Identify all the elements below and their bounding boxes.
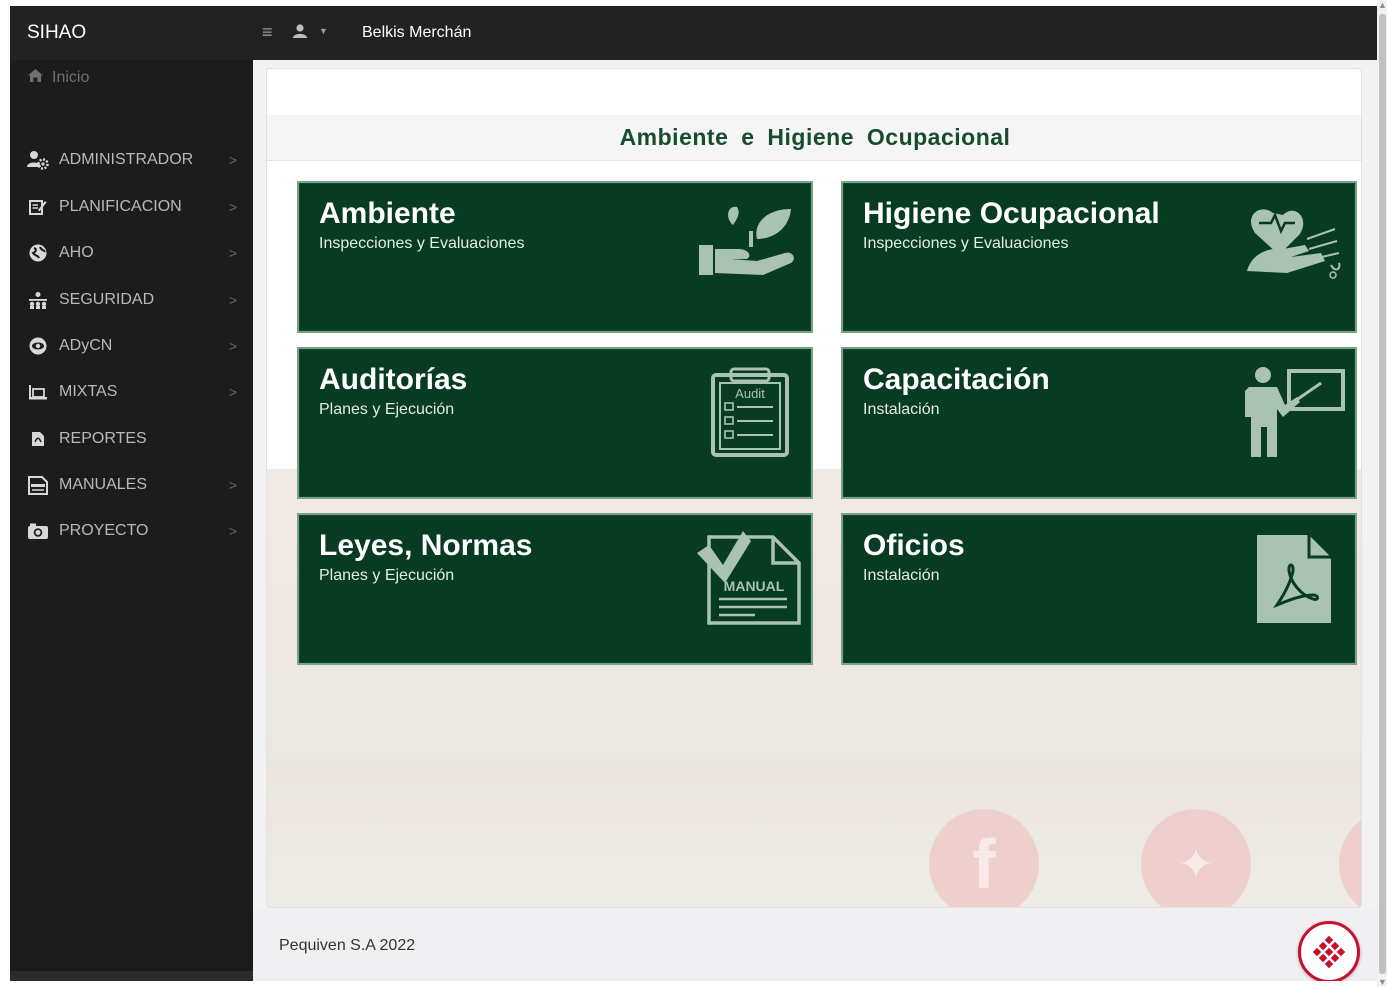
sidebar-item-label: PROYECTO [59, 522, 149, 539]
user-name[interactable]: Belkis Merchán [362, 24, 471, 42]
user-icon[interactable] [292, 23, 308, 44]
scrollbar-thumb[interactable] [1379, 14, 1386, 974]
tile-higiene-ocupacional[interactable]: Higiene Ocupacional Inspecciones y Evalu… [841, 181, 1357, 333]
chevron-right-icon: > [228, 199, 237, 215]
sidebar-item-proyecto[interactable]: PROYECTO > [27, 516, 237, 546]
manual-document-icon: MANUAL [695, 531, 805, 634]
chevron-right-icon: > [228, 292, 237, 308]
plant-hand-icon [697, 199, 797, 284]
sidebar-item-label: PLANIFICACION [59, 198, 182, 215]
edit-document-icon [27, 196, 49, 218]
sidebar-item-mixtas[interactable]: MIXTAS > [27, 377, 237, 407]
audit-icon-text: Audit [735, 386, 765, 401]
footer: Pequiven S.A 2022 [253, 908, 1377, 981]
scroll-up-arrow-icon[interactable]: ▲ [1378, 0, 1387, 10]
chevron-right-icon: > [228, 477, 237, 493]
scroll-down-arrow-icon[interactable]: ▼ [1378, 977, 1387, 987]
chevron-right-icon: > [228, 338, 237, 354]
sidebar-item-label: ADMINISTRADOR [59, 151, 194, 168]
sidebar-item-label: Inicio [52, 69, 90, 86]
network-icon [27, 289, 49, 311]
tile-subtitle: Inspecciones y Evaluaciones [319, 235, 525, 252]
sidebar: SIHAO Inicio ADMINISTRADOR > PLANIFICACI… [10, 6, 253, 981]
app-window: SIHAO Inicio ADMINISTRADOR > PLANIFICACI… [10, 6, 1377, 981]
tile-subtitle: Instalación [863, 401, 940, 418]
tile-oficios[interactable]: Oficios Instalación [841, 513, 1357, 665]
sidebar-item-planificacion[interactable]: PLANIFICACION > [27, 192, 237, 222]
page-scrollbar[interactable]: ▲ ▼ [1377, 0, 1387, 987]
sidebar-item-label: MANUALES [59, 476, 148, 493]
twitter-icon: ✦ [1141, 809, 1251, 907]
users-gear-icon [27, 149, 49, 171]
globe-icon [27, 242, 49, 264]
footer-text: Pequiven S.A 2022 [279, 937, 416, 954]
brand-header[interactable]: SIHAO [10, 6, 253, 60]
tile-auditorias[interactable]: Auditorías Planes y Ejecución Audit [297, 347, 813, 499]
tile-capacitacion[interactable]: Capacitación Instalación [841, 347, 1357, 499]
tile-subtitle: Planes y Ejecución [319, 401, 455, 418]
chevron-right-icon: > [228, 152, 237, 168]
sidebar-item-inicio[interactable]: Inicio [27, 68, 89, 88]
main-panel: f ✦ Ambiente e Higiene Ocupacional Ambie… [266, 68, 1362, 908]
sidebar-item-label: AHO [59, 244, 94, 261]
tile-leyes-normas[interactable]: Leyes, Normas Planes y Ejecución MANUAL [297, 513, 813, 665]
sidebar-footer [10, 971, 253, 981]
pequiven-logo-icon[interactable] [1298, 921, 1360, 981]
chevron-right-icon: > [228, 523, 237, 539]
pdf-file-icon [27, 428, 49, 450]
sidebar-item-label: MIXTAS [59, 383, 118, 400]
page-title: Ambiente e Higiene Ocupacional [619, 124, 1011, 150]
sidebar-item-aho[interactable]: AHO > [27, 238, 237, 268]
top-navbar: ≡ ▼ Belkis Merchán [253, 6, 1377, 60]
sidebar-item-adycn[interactable]: ADyCN > [27, 331, 237, 361]
laptop-icon [27, 381, 49, 403]
pdf-document-icon [1255, 529, 1337, 632]
sidebar-item-label: ADyCN [59, 337, 113, 354]
tile-subtitle: Inspecciones y Evaluaciones [863, 235, 1069, 252]
sidebar-item-manuales[interactable]: MANUALES > [27, 470, 237, 500]
heart-hand-icon [1243, 203, 1343, 288]
tile-title: Oficios [863, 529, 965, 562]
tile-title: Auditorías [319, 363, 468, 396]
sidebar-item-seguridad[interactable]: SEGURIDAD > [27, 285, 237, 315]
teacher-board-icon [1237, 365, 1347, 466]
tile-title: Capacitación [863, 363, 1050, 396]
facebook-icon: f [929, 809, 1039, 907]
tile-title: Leyes, Normas [319, 529, 533, 562]
tile-title: Ambiente [319, 197, 456, 230]
manual-icon [27, 474, 49, 496]
eye-icon [27, 335, 49, 357]
home-icon [27, 68, 44, 88]
tile-subtitle: Instalación [863, 567, 940, 584]
camera-icon [27, 520, 49, 542]
hamburger-menu-icon[interactable]: ≡ [262, 22, 273, 43]
chevron-right-icon: > [228, 384, 237, 400]
caret-down-icon[interactable]: ▼ [319, 26, 328, 36]
page-heading-bar: Ambiente e Higiene Ocupacional [267, 115, 1361, 161]
sidebar-item-label: SEGURIDAD [59, 291, 155, 308]
sidebar-item-reportes[interactable]: REPORTES [27, 424, 237, 454]
manual-icon-text: MANUAL [724, 578, 785, 594]
tile-title: Higiene Ocupacional [863, 197, 1160, 230]
brand-name[interactable]: SIHAO [27, 22, 86, 44]
tile-subtitle: Planes y Ejecución [319, 567, 455, 584]
audit-clipboard-icon: Audit [709, 365, 793, 464]
sidebar-item-administrador[interactable]: ADMINISTRADOR > [27, 145, 237, 175]
chevron-right-icon: > [228, 245, 237, 261]
tile-ambiente[interactable]: Ambiente Inspecciones y Evaluaciones [297, 181, 813, 333]
sidebar-item-label: REPORTES [59, 430, 147, 447]
